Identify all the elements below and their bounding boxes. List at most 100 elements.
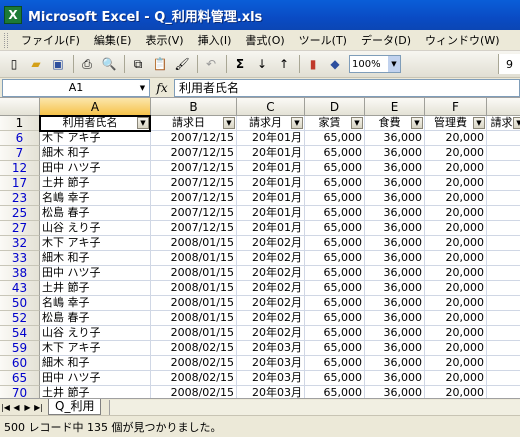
table-cell[interactable]: [487, 281, 520, 296]
table-cell[interactable]: 2008/02/15: [151, 341, 237, 356]
filter-header-cell[interactable]: 利用者氏名 ▼: [40, 116, 151, 131]
table-cell[interactable]: 20年01月: [237, 131, 305, 146]
filter-header-cell[interactable]: 請求日 ▼: [151, 116, 237, 131]
row-header[interactable]: 17: [0, 176, 40, 191]
autofilter-dropdown-icon[interactable]: ▼: [513, 117, 520, 129]
table-cell[interactable]: [487, 386, 520, 398]
row-header[interactable]: 25: [0, 206, 40, 221]
table-cell[interactable]: [487, 146, 520, 161]
table-cell[interactable]: 細木 和子: [40, 146, 151, 161]
table-cell[interactable]: 65,000: [305, 131, 365, 146]
table-cell[interactable]: 20年03月: [237, 386, 305, 398]
table-cell[interactable]: [487, 326, 520, 341]
autofilter-dropdown-icon[interactable]: ▼: [291, 117, 303, 129]
table-cell[interactable]: 土井 節子: [40, 386, 151, 398]
table-cell[interactable]: [487, 131, 520, 146]
drawing-icon[interactable]: ◆: [325, 54, 345, 74]
table-cell[interactable]: 36,000: [365, 251, 425, 266]
menu-format[interactable]: 書式(O): [238, 32, 291, 48]
row-header[interactable]: 50: [0, 296, 40, 311]
table-cell[interactable]: [487, 371, 520, 386]
font-size-field[interactable]: 9: [498, 54, 520, 74]
table-cell[interactable]: [487, 161, 520, 176]
table-cell[interactable]: 36,000: [365, 326, 425, 341]
column-header-g[interactable]: [487, 98, 520, 116]
sort-ascending-icon[interactable]: ↓: [252, 54, 272, 74]
table-cell[interactable]: [487, 176, 520, 191]
row-header[interactable]: 32: [0, 236, 40, 251]
table-cell[interactable]: 65,000: [305, 281, 365, 296]
table-cell[interactable]: 山谷 えり子: [40, 221, 151, 236]
copy-icon[interactable]: ⧉: [128, 54, 148, 74]
table-cell[interactable]: 65,000: [305, 251, 365, 266]
table-cell[interactable]: [487, 191, 520, 206]
table-cell[interactable]: 65,000: [305, 386, 365, 398]
table-cell[interactable]: [487, 251, 520, 266]
row-header[interactable]: 33: [0, 251, 40, 266]
table-cell[interactable]: 20年02月: [237, 281, 305, 296]
row-header[interactable]: 43: [0, 281, 40, 296]
table-cell[interactable]: 2008/01/15: [151, 296, 237, 311]
menu-insert[interactable]: 挿入(I): [191, 32, 239, 48]
first-sheet-icon[interactable]: |◀: [0, 403, 11, 412]
filter-header-cell[interactable]: 請求月 ▼: [237, 116, 305, 131]
column-header-e[interactable]: E: [365, 98, 425, 116]
chevron-down-icon[interactable]: ▼: [136, 80, 149, 96]
autofilter-dropdown-icon[interactable]: ▼: [473, 117, 485, 129]
table-cell[interactable]: 2008/01/15: [151, 311, 237, 326]
print-icon[interactable]: ⎙: [77, 54, 97, 74]
autofilter-dropdown-icon[interactable]: ▼: [223, 117, 235, 129]
save-icon[interactable]: ▣: [48, 54, 68, 74]
filter-header-cell[interactable]: 家賃 ▼: [305, 116, 365, 131]
formula-input[interactable]: 利用者氏名: [174, 78, 520, 97]
table-cell[interactable]: 細木 和子: [40, 251, 151, 266]
table-cell[interactable]: 20,000: [425, 161, 487, 176]
table-cell[interactable]: 36,000: [365, 236, 425, 251]
table-cell[interactable]: 20,000: [425, 341, 487, 356]
table-cell[interactable]: 田中 ハツ子: [40, 266, 151, 281]
table-cell[interactable]: 20,000: [425, 356, 487, 371]
filter-header-cell[interactable]: 食費 ▼: [365, 116, 425, 131]
table-cell[interactable]: [487, 341, 520, 356]
table-cell[interactable]: 木下 アキ子: [40, 341, 151, 356]
new-file-icon[interactable]: ▯: [4, 54, 24, 74]
table-cell[interactable]: 20,000: [425, 236, 487, 251]
table-cell[interactable]: 65,000: [305, 341, 365, 356]
table-cell[interactable]: [487, 221, 520, 236]
table-cell[interactable]: 2008/01/15: [151, 251, 237, 266]
table-cell[interactable]: 65,000: [305, 296, 365, 311]
column-header-a[interactable]: A: [40, 98, 151, 116]
row-header[interactable]: 12: [0, 161, 40, 176]
row-header[interactable]: 59: [0, 341, 40, 356]
table-cell[interactable]: 36,000: [365, 356, 425, 371]
row-header[interactable]: 54: [0, 326, 40, 341]
last-sheet-icon[interactable]: ▶|: [33, 403, 44, 412]
table-cell[interactable]: 65,000: [305, 236, 365, 251]
table-cell[interactable]: 松島 春子: [40, 206, 151, 221]
next-sheet-icon[interactable]: ▶: [22, 403, 33, 412]
menu-data[interactable]: データ(D): [354, 32, 418, 48]
table-cell[interactable]: 36,000: [365, 281, 425, 296]
table-cell[interactable]: 20,000: [425, 221, 487, 236]
menu-edit[interactable]: 編集(E): [87, 32, 139, 48]
table-cell[interactable]: 36,000: [365, 266, 425, 281]
table-cell[interactable]: 20年03月: [237, 356, 305, 371]
autofilter-dropdown-icon[interactable]: ▼: [351, 117, 363, 129]
filter-header-cell[interactable]: 管理費 ▼: [425, 116, 487, 131]
table-cell[interactable]: 20年01月: [237, 176, 305, 191]
row-header[interactable]: 38: [0, 266, 40, 281]
undo-icon[interactable]: ↶: [201, 54, 221, 74]
table-cell[interactable]: 2007/12/15: [151, 176, 237, 191]
zoom-select[interactable]: 100% ▼: [349, 55, 401, 73]
table-cell[interactable]: 36,000: [365, 311, 425, 326]
table-cell[interactable]: 田中 ハツ子: [40, 371, 151, 386]
table-cell[interactable]: 20年02月: [237, 311, 305, 326]
horizontal-scrollbar[interactable]: [109, 399, 520, 415]
table-cell[interactable]: 65,000: [305, 191, 365, 206]
table-cell[interactable]: 20,000: [425, 251, 487, 266]
row-header[interactable]: 65: [0, 371, 40, 386]
table-cell[interactable]: 20,000: [425, 386, 487, 398]
column-header-c[interactable]: C: [237, 98, 305, 116]
table-cell[interactable]: 36,000: [365, 161, 425, 176]
worksheet-grid[interactable]: ABCDEF1利用者氏名▼請求日▼請求月▼家賃▼食費▼管理費▼請求▼6木下 アキ…: [0, 98, 520, 398]
